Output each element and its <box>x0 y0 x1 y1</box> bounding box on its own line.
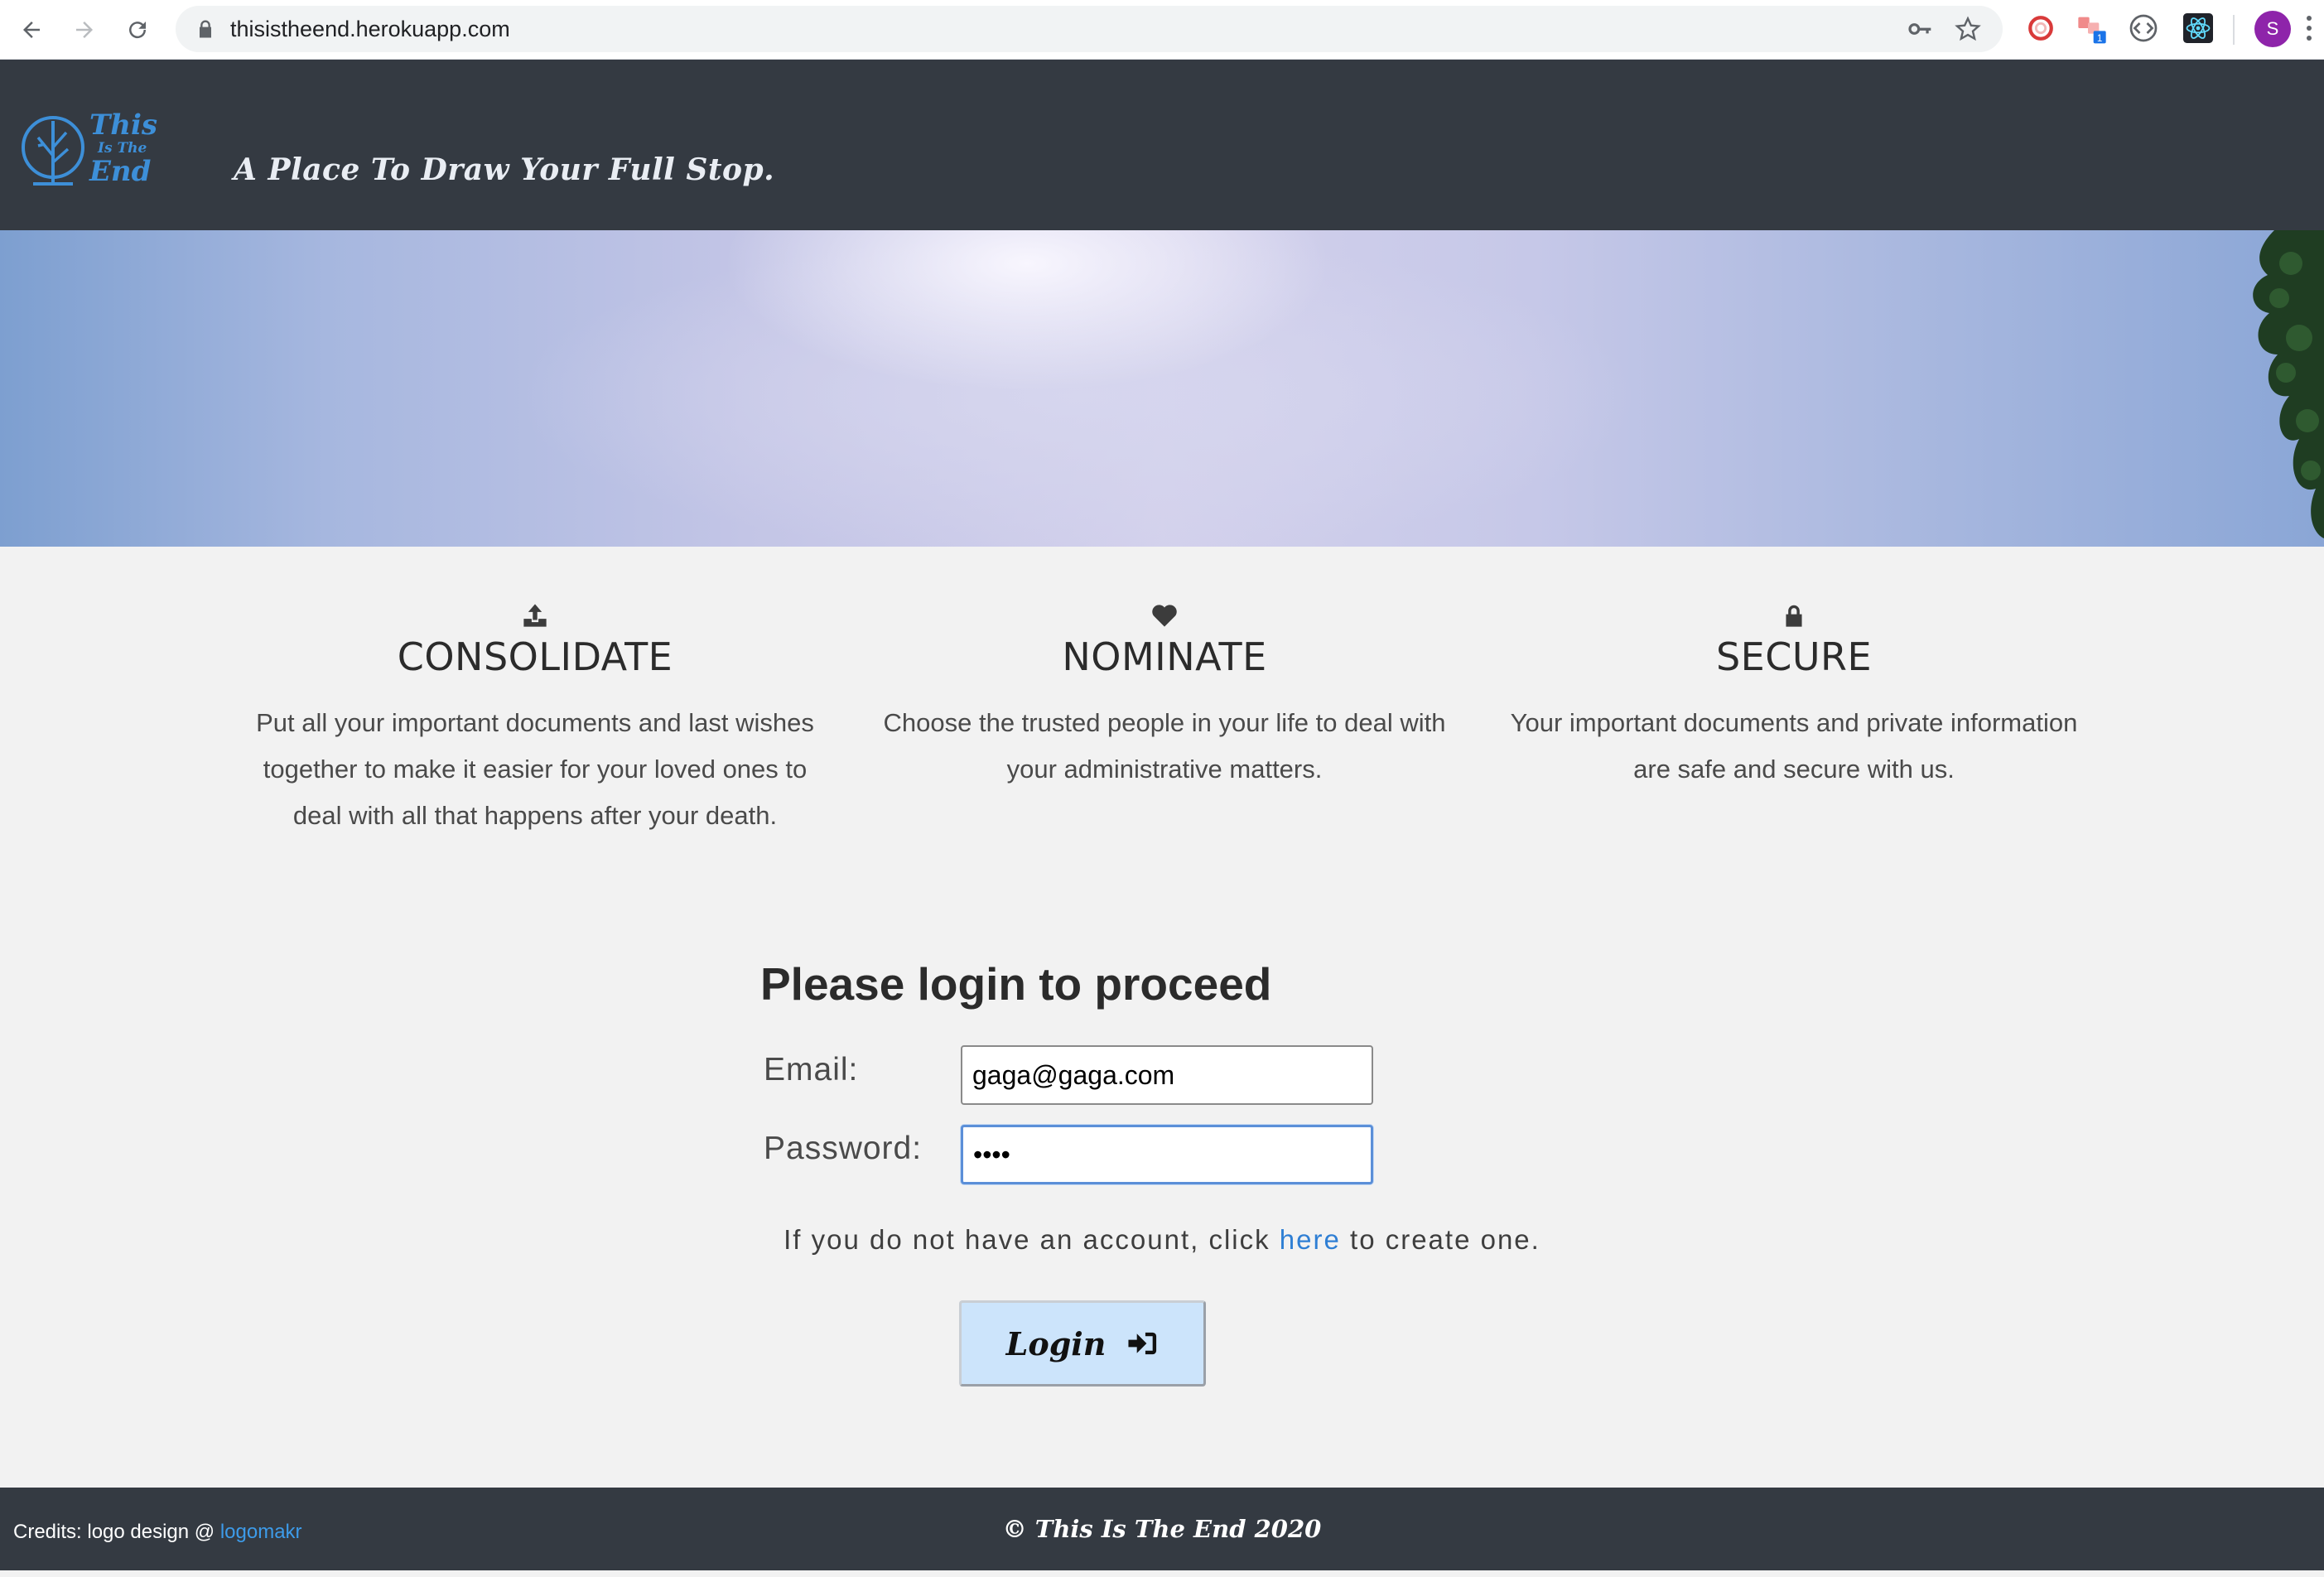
footer-copyright: © This Is The End 2020 <box>1002 1515 1322 1543</box>
feature-consolidate: CONSOLIDATE Put all your important docum… <box>237 603 833 839</box>
key-icon[interactable] <box>1907 16 1933 42</box>
login-button[interactable]: Login <box>959 1300 1206 1387</box>
signup-prefix-text: If you do not have an account, click <box>784 1224 1280 1255</box>
chrome-menu-icon[interactable] <box>2304 13 2314 46</box>
feature-secure: SECURE Your important documents and priv… <box>1496 603 2092 793</box>
hero-banner <box>0 230 2324 547</box>
site-tagline: A Place To Draw Your Full Stop. <box>234 152 775 187</box>
arrow-right-icon <box>76 22 93 38</box>
credits-text: Credits: logo design @ <box>13 1521 220 1543</box>
browser-toolbar: thisistheend.herokuapp.com 1 S <box>0 0 2324 60</box>
password-field[interactable] <box>961 1125 1373 1184</box>
signup-prompt: If you do not have an account, click her… <box>0 1224 2324 1256</box>
profile-avatar[interactable]: S <box>2254 11 2291 47</box>
signup-suffix-text: to create one. <box>1340 1224 1540 1255</box>
star-icon[interactable] <box>1955 16 1981 42</box>
feature-description: Put all your important documents and las… <box>256 707 814 830</box>
svg-text:Is The: Is The <box>97 140 147 157</box>
lock-icon <box>1786 605 1802 627</box>
address-bar[interactable]: thisistheend.herokuapp.com <box>176 6 2003 52</box>
extension-react-icon[interactable] <box>2182 12 2215 45</box>
email-label: Email: <box>764 1052 859 1088</box>
url-text[interactable]: thisistheend.herokuapp.com <box>230 6 510 52</box>
site-logo[interactable]: This Is The End <box>20 104 161 195</box>
tree-foliage-image <box>2253 230 2324 538</box>
extension-opera-icon[interactable] <box>2024 12 2057 45</box>
svg-text:This: This <box>89 109 157 142</box>
svg-text:End: End <box>89 155 152 188</box>
feature-description: Choose the trusted people in your life t… <box>883 707 1446 784</box>
feature-title: CONSOLIDATE <box>397 634 673 679</box>
extension-code-icon[interactable] <box>2127 12 2160 45</box>
arrow-left-icon <box>23 22 40 38</box>
feature-title: NOMINATE <box>1062 634 1267 679</box>
svg-text:1: 1 <box>2097 33 2102 44</box>
email-field[interactable] <box>961 1045 1373 1105</box>
feature-title: SECURE <box>1715 634 1873 679</box>
toolbar-divider <box>2233 15 2235 45</box>
forward-button[interactable] <box>65 10 104 50</box>
reload-icon <box>129 22 147 39</box>
site-footer: Credits: logo design @ logomakr © This I… <box>0 1488 2324 1570</box>
login-button-label: Login <box>1005 1324 1107 1362</box>
upload-icon <box>523 604 547 627</box>
logomakr-link[interactable]: logomakr <box>220 1521 302 1543</box>
lock-icon <box>200 20 211 38</box>
signup-link[interactable]: here <box>1280 1224 1341 1255</box>
reload-button[interactable] <box>118 10 157 50</box>
back-button[interactable] <box>12 10 51 50</box>
site-header: This Is The End A Place To Draw Your Ful… <box>0 60 2324 230</box>
password-label: Password: <box>764 1131 923 1166</box>
feature-nominate: NOMINATE Choose the trusted people in yo… <box>866 603 1463 793</box>
footer-credits: Credits: logo design @ logomakr <box>13 1488 302 1577</box>
login-title: Please login to proceed <box>760 958 1272 1010</box>
heart-icon <box>1152 605 1177 627</box>
extension-puzzle-icon[interactable]: 1 <box>2076 12 2109 45</box>
feature-description: Your important documents and private inf… <box>1510 707 2078 784</box>
sign-in-icon <box>1128 1332 1157 1355</box>
